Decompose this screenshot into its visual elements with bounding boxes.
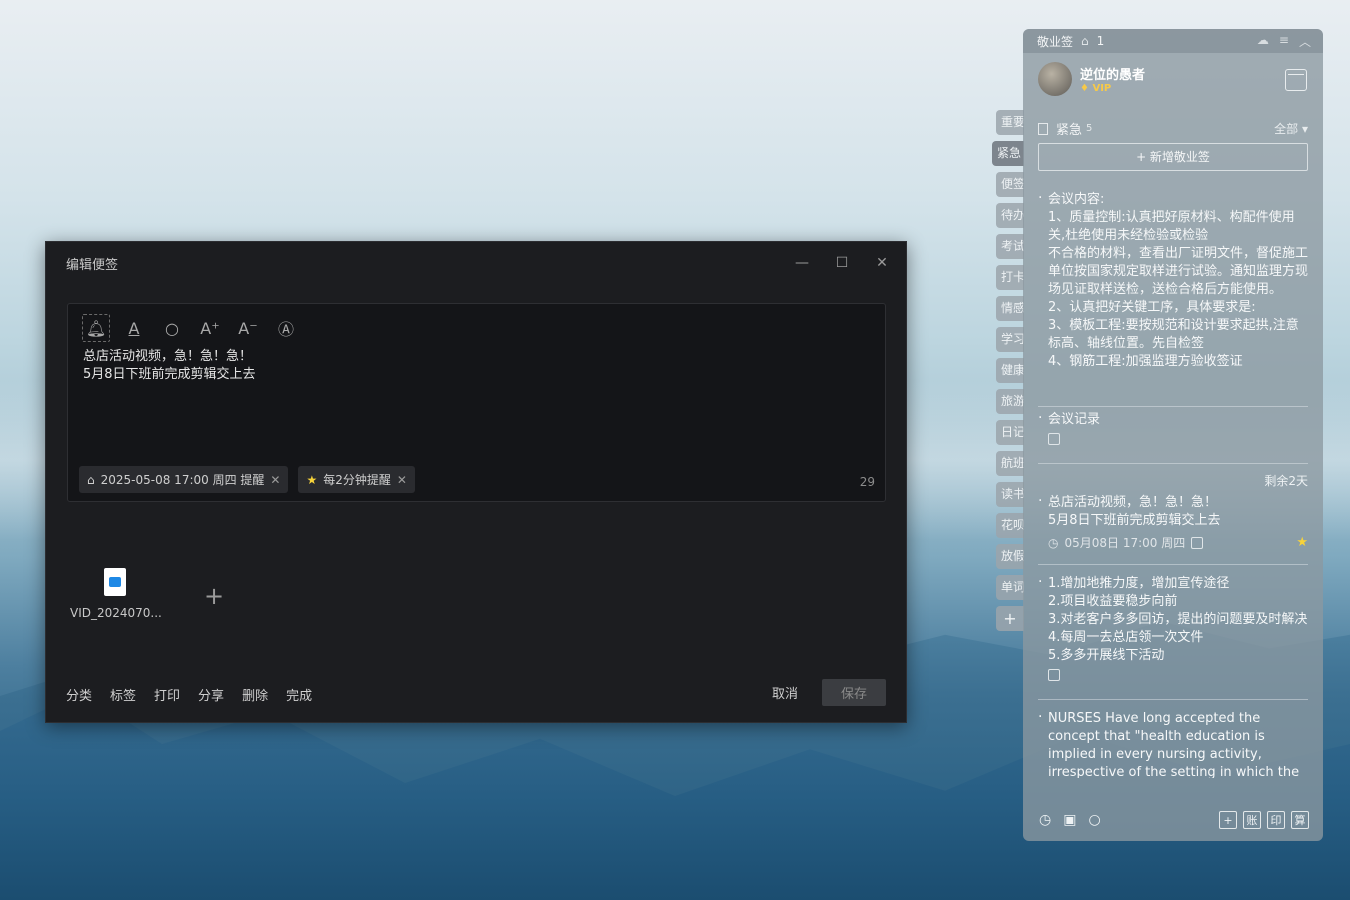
complete-action[interactable]: 完成 bbox=[286, 685, 312, 704]
app-name: 敬业签 bbox=[1037, 34, 1074, 49]
repeat-tag-label: 每2分钟提醒 bbox=[323, 473, 391, 487]
format-toolbar: 🔔︎ A ○ A⁺ A⁻ Ⓐ bbox=[82, 314, 300, 342]
collapse-icon[interactable]: ︿ bbox=[1299, 33, 1311, 50]
tab-travel[interactable]: 旅游 bbox=[996, 389, 1024, 414]
editor-titlebar: 编辑便签 — ☐ ✕ bbox=[46, 242, 906, 284]
attachment-item[interactable]: VID_2024070... bbox=[70, 568, 162, 620]
user-name: 逆位的愚者 bbox=[1080, 68, 1146, 83]
note-editor-area[interactable]: 🔔︎ A ○ A⁺ A⁻ Ⓐ 总店活动视频，急！急！急！ 5月8日下班前完成剪辑… bbox=[67, 303, 886, 502]
list-item[interactable]: 1.增加地推力度，增加宣传途径 2.项目收益要稳步向前 3.对老客户多多回访，提… bbox=[1038, 573, 1308, 700]
category-count: 5 bbox=[1086, 123, 1093, 134]
tab-important[interactable]: 重要 bbox=[996, 110, 1024, 135]
star-icon: ★ bbox=[1296, 535, 1308, 550]
clear-format-icon[interactable]: Ⓐ bbox=[272, 314, 300, 342]
ledger-icon[interactable]: 账 bbox=[1243, 811, 1261, 829]
attachment-icon bbox=[1048, 669, 1060, 681]
menu-icon[interactable]: ≡ bbox=[1279, 33, 1289, 50]
tag-action[interactable]: 标签 bbox=[110, 685, 136, 704]
tab-words[interactable]: 单词 bbox=[996, 575, 1024, 600]
minimize-button[interactable]: — bbox=[786, 252, 818, 274]
alert-count: 1 bbox=[1096, 34, 1105, 48]
save-button[interactable]: 保存 bbox=[822, 679, 886, 706]
note-content-line: 5月8日下班前完成剪辑交上去 bbox=[83, 367, 256, 382]
bell-icon: ⌂ bbox=[87, 472, 95, 487]
tab-holiday[interactable]: 放假 bbox=[996, 544, 1024, 569]
tag-list: ⌂ 2025-05-08 17:00 周四 提醒 ✕ ★ 每2分钟提醒 ✕ bbox=[79, 466, 415, 493]
note-list: 会议内容: 1、质量控制:认真把好原材料、构配件使用关,杜绝使用未经检验或检验 … bbox=[1038, 191, 1308, 788]
list-item[interactable]: 会议记录 bbox=[1038, 409, 1308, 464]
editor-bottom-actions: 分类 标签 打印 分享 删除 完成 bbox=[66, 685, 312, 704]
list-item[interactable]: NURSES Have long accepted the concept th… bbox=[1038, 710, 1308, 778]
share-action[interactable]: 分享 bbox=[198, 685, 224, 704]
list-item[interactable]: 剩余2天 总店活动视频，急！急！急！ 5月8日下班前完成剪辑交上去 ◷ 05月0… bbox=[1038, 474, 1308, 565]
reminder-time: 05月08日 17:00 周四 bbox=[1064, 536, 1186, 550]
category-action[interactable]: 分类 bbox=[66, 685, 92, 704]
remaining-days: 剩余2天 bbox=[1264, 474, 1308, 488]
note-content-line: 总店活动视频，急！急！急！ bbox=[83, 349, 253, 364]
reminder-tag-label: 2025-05-08 17:00 周四 提醒 bbox=[100, 473, 265, 487]
tab-exam[interactable]: 考试 bbox=[996, 234, 1024, 259]
tab-urgent[interactable]: 紧急 bbox=[992, 141, 1024, 166]
print-action[interactable]: 打印 bbox=[154, 685, 180, 704]
tab-checkin[interactable]: 打卡 bbox=[996, 265, 1024, 290]
search-icon[interactable]: ○ bbox=[1088, 812, 1100, 828]
calculator-icon[interactable]: 算 bbox=[1291, 811, 1309, 829]
notes-panel: 敬业签 ⌂ 1 ☁ ≡ ︿ 逆位的愚者 ♦ VIP 紧急 5 全部 ▾ + 新增… bbox=[1023, 29, 1323, 841]
history-icon[interactable]: ◷ bbox=[1039, 812, 1051, 828]
cancel-button[interactable]: 取消 bbox=[772, 683, 798, 702]
vip-badge: ♦ VIP bbox=[1080, 83, 1112, 94]
delete-action[interactable]: 删除 bbox=[242, 685, 268, 704]
tab-huabei[interactable]: 花呗 bbox=[996, 513, 1024, 538]
video-file-icon bbox=[104, 568, 126, 596]
text-color-icon[interactable]: A bbox=[120, 314, 148, 342]
user-info[interactable]: 逆位的愚者 ♦ VIP bbox=[1038, 62, 1145, 96]
reminder-bell-icon[interactable]: 🔔︎ bbox=[82, 314, 110, 342]
attachment-icon bbox=[1048, 433, 1060, 445]
category-tabs: 重要 紧急 便签 待办 考试 打卡 情感 学习 健康 旅游 日记 航班 读书 花… bbox=[992, 110, 1024, 637]
add-icon[interactable]: + bbox=[1219, 811, 1237, 829]
print-icon[interactable]: 印 bbox=[1267, 811, 1285, 829]
note-content[interactable]: 总店活动视频，急！急！急！ 5月8日下班前完成剪辑交上去 bbox=[83, 348, 256, 384]
cloud-sync-icon[interactable]: ☁ bbox=[1257, 33, 1269, 50]
category-row: 紧急 5 全部 ▾ bbox=[1038, 119, 1308, 138]
avatar[interactable] bbox=[1038, 62, 1072, 96]
font-increase-icon[interactable]: A⁺ bbox=[196, 314, 224, 342]
panel-header: 敬业签 ⌂ 1 ☁ ≡ ︿ bbox=[1023, 29, 1323, 53]
alert-bell-icon[interactable]: ⌂ bbox=[1081, 34, 1089, 48]
search-icon[interactable]: ○ bbox=[158, 314, 186, 342]
tab-flight[interactable]: 航班 bbox=[996, 451, 1024, 476]
remove-tag-icon[interactable]: ✕ bbox=[270, 473, 280, 487]
maximize-button[interactable]: ☐ bbox=[826, 252, 858, 274]
remove-tag-icon[interactable]: ✕ bbox=[397, 473, 407, 487]
close-button[interactable]: ✕ bbox=[866, 252, 898, 274]
bookmark-icon bbox=[1038, 122, 1048, 135]
calendar-icon[interactable] bbox=[1285, 69, 1307, 91]
tab-emotion[interactable]: 情感 bbox=[996, 296, 1024, 321]
clock-icon: ◷ bbox=[1048, 536, 1059, 550]
char-count: 29 bbox=[859, 475, 875, 489]
add-tab-button[interactable]: + bbox=[996, 606, 1024, 631]
repeat-tag[interactable]: ★ 每2分钟提醒 ✕ bbox=[298, 466, 415, 493]
filter-dropdown[interactable]: 全部 ▾ bbox=[1274, 120, 1308, 137]
panel-footer: ◷ ▣ ○ + 账 印 算 bbox=[1039, 811, 1309, 829]
editor-title: 编辑便签 bbox=[66, 257, 119, 273]
star-icon: ★ bbox=[306, 472, 318, 487]
attachment-icon bbox=[1191, 537, 1204, 549]
list-item[interactable]: 会议内容: 1、质量控制:认真把好原材料、构配件使用关,杜绝使用未经检验或检验 … bbox=[1038, 191, 1308, 407]
attachment-name: VID_2024070... bbox=[70, 606, 162, 620]
tab-reading[interactable]: 读书 bbox=[996, 482, 1024, 507]
tab-diary[interactable]: 日记 bbox=[996, 420, 1024, 445]
new-note-button[interactable]: + 新增敬业签 bbox=[1038, 143, 1308, 171]
tab-study[interactable]: 学习 bbox=[996, 327, 1024, 352]
edit-note-window: 编辑便签 — ☐ ✕ 🔔︎ A ○ A⁺ A⁻ Ⓐ 总店活动视频，急！急！急！ … bbox=[45, 241, 907, 723]
reminder-tag[interactable]: ⌂ 2025-05-08 17:00 周四 提醒 ✕ bbox=[79, 466, 289, 493]
tab-health[interactable]: 健康 bbox=[996, 358, 1024, 383]
tab-todo[interactable]: 待办 bbox=[996, 203, 1024, 228]
tab-notes[interactable]: 便签 bbox=[996, 172, 1024, 197]
font-decrease-icon[interactable]: A⁻ bbox=[234, 314, 262, 342]
add-attachment-icon[interactable]: + bbox=[204, 582, 224, 610]
archive-icon[interactable]: ▣ bbox=[1063, 812, 1076, 828]
category-name: 紧急 bbox=[1056, 123, 1083, 138]
